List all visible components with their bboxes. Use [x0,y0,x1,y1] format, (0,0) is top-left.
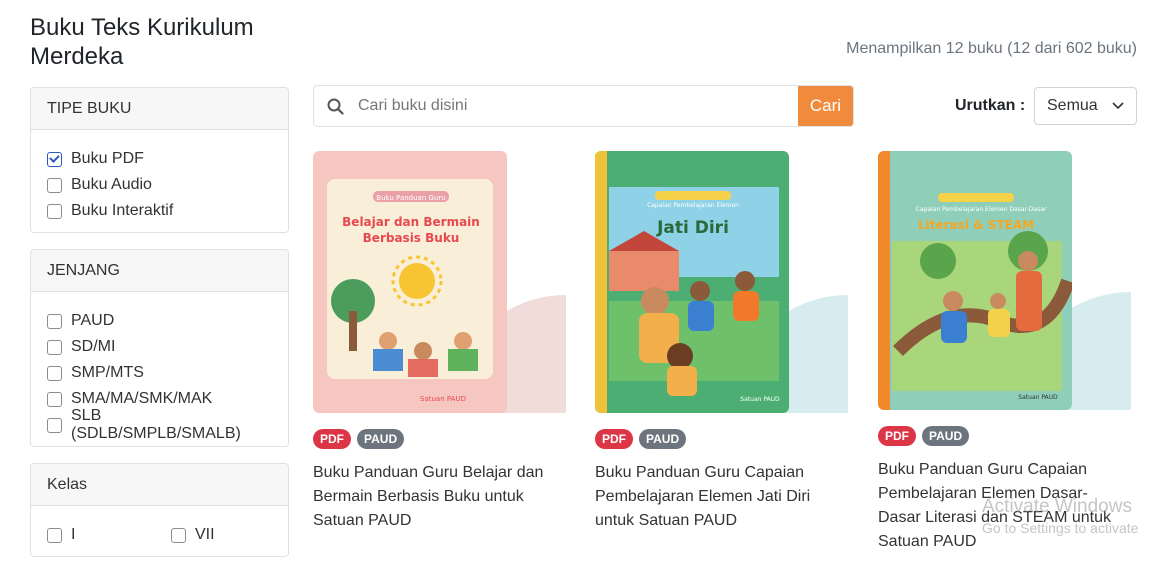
search-button[interactable]: Cari [798,86,853,126]
filter-option-smp[interactable]: SMP/MTS [47,360,272,386]
format-badge: PDF [878,426,916,446]
filter-option-label: SD/MI [71,338,116,355]
filter-header-jenjang: JENJANG [31,250,288,292]
filter-option-buku-audio[interactable]: Buku Audio [47,172,272,198]
filter-option-slb[interactable]: SLB (SDLB/SMPLB/SMALB) [47,407,272,442]
filter-option-kelas-vii[interactable]: VII [171,522,271,548]
search-icon [314,86,356,126]
filter-option-label: PAUD [71,312,115,329]
filter-option-label: Buku PDF [71,150,144,167]
book-card[interactable]: Capaian Pembelajaran Elemen Dasar-Dasar … [878,151,1138,554]
level-badge: PAUD [639,429,687,449]
svg-text:Berbasis Buku: Berbasis Buku [363,231,460,245]
filter-option-buku-interaktif[interactable]: Buku Interaktif [47,198,272,224]
filter-option-label: Buku Audio [71,176,152,193]
checkbox-smp[interactable] [47,365,62,381]
filter-card-tipe-buku: TIPE BUKU Buku PDF Buku Audio Buku Inter… [30,87,289,233]
filter-option-label: SMP/MTS [71,364,144,381]
book-card[interactable]: Buku Panduan Guru Belajar dan Bermain Be… [313,151,573,533]
cover-kicker: Buku Panduan Guru [376,194,445,202]
filter-option-sd[interactable]: SD/MI [47,334,272,360]
chevron-down-icon [1112,97,1124,115]
format-badge: PDF [313,429,351,449]
book-title[interactable]: Buku Panduan Guru Capaian Pembelajaran E… [878,458,1128,554]
search-input[interactable] [356,86,798,126]
search-bar: Cari [313,85,854,127]
checkbox-paud[interactable] [47,313,62,329]
book-cover[interactable]: Capaian Pembelajaran Elemen Jati Diri Sa… [595,151,789,413]
filter-option-label: VII [195,526,215,543]
sort-select[interactable]: Semua [1034,87,1137,125]
book-title[interactable]: Buku Panduan Guru Capaian Pembelajaran E… [595,461,845,533]
cover-kicker: Capaian Pembelajaran Elemen Dasar-Dasar [916,206,1047,213]
checkbox-kelas-i[interactable] [47,527,62,543]
book-cover[interactable]: Buku Panduan Guru Belajar dan Bermain Be… [313,151,507,413]
checkbox-kelas-vii[interactable] [171,527,186,543]
result-count: Menampilkan 12 buku (12 dari 602 buku) [846,40,1137,57]
filter-header-tipe-buku: TIPE BUKU [31,88,288,130]
svg-text:Literasi & STEAM: Literasi & STEAM [918,218,1034,232]
filter-option-buku-pdf[interactable]: Buku PDF [47,146,272,172]
level-badge: PAUD [357,429,405,449]
filter-option-label: Buku Interaktif [71,202,174,219]
checkbox-buku-interaktif[interactable] [47,203,62,219]
filter-card-kelas: Kelas I VII [30,463,289,557]
book-title[interactable]: Buku Panduan Guru Belajar dan Bermain Be… [313,461,563,533]
page-title: Buku Teks Kurikulum Merdeka [30,14,254,70]
book-cover[interactable]: Capaian Pembelajaran Elemen Dasar-Dasar … [878,151,1072,410]
format-badge: PDF [595,429,633,449]
svg-text:Jati Diri: Jati Diri [656,218,729,238]
checkbox-slb[interactable] [47,417,62,433]
svg-text:Belajar dan Bermain: Belajar dan Bermain [342,215,480,229]
checkbox-sma[interactable] [47,391,62,407]
checkbox-buku-audio[interactable] [47,177,62,193]
cover-footer: Satuan PAUD [420,395,466,403]
filter-option-paud[interactable]: PAUD [47,308,272,334]
sort-selected-value: Semua [1047,97,1098,114]
cover-footer: Satuan PAUD [1018,394,1058,401]
filter-card-jenjang: JENJANG PAUD SD/MI SMP/MTS SMA/MA/SMK/MA… [30,249,289,447]
cover-footer: Satuan PAUD [740,396,780,403]
filter-option-label: SLB (SDLB/SMPLB/SMALB) [71,407,241,442]
book-card[interactable]: Capaian Pembelajaran Elemen Jati Diri Sa… [595,151,855,533]
sort-label: Urutkan : [955,97,1026,114]
checkbox-buku-pdf[interactable] [47,151,62,167]
level-badge: PAUD [922,426,970,446]
filter-sidebar: TIPE BUKU Buku PDF Buku Audio Buku Inter… [30,87,289,568]
filter-header-kelas: Kelas [31,464,288,506]
filter-option-label: SMA/MA/SMK/MAK [71,390,213,407]
checkbox-sd[interactable] [47,339,62,355]
filter-option-label: I [71,526,76,543]
cover-kicker: Capaian Pembelajaran Elemen [647,202,739,209]
filter-option-kelas-i[interactable]: I [47,522,171,548]
